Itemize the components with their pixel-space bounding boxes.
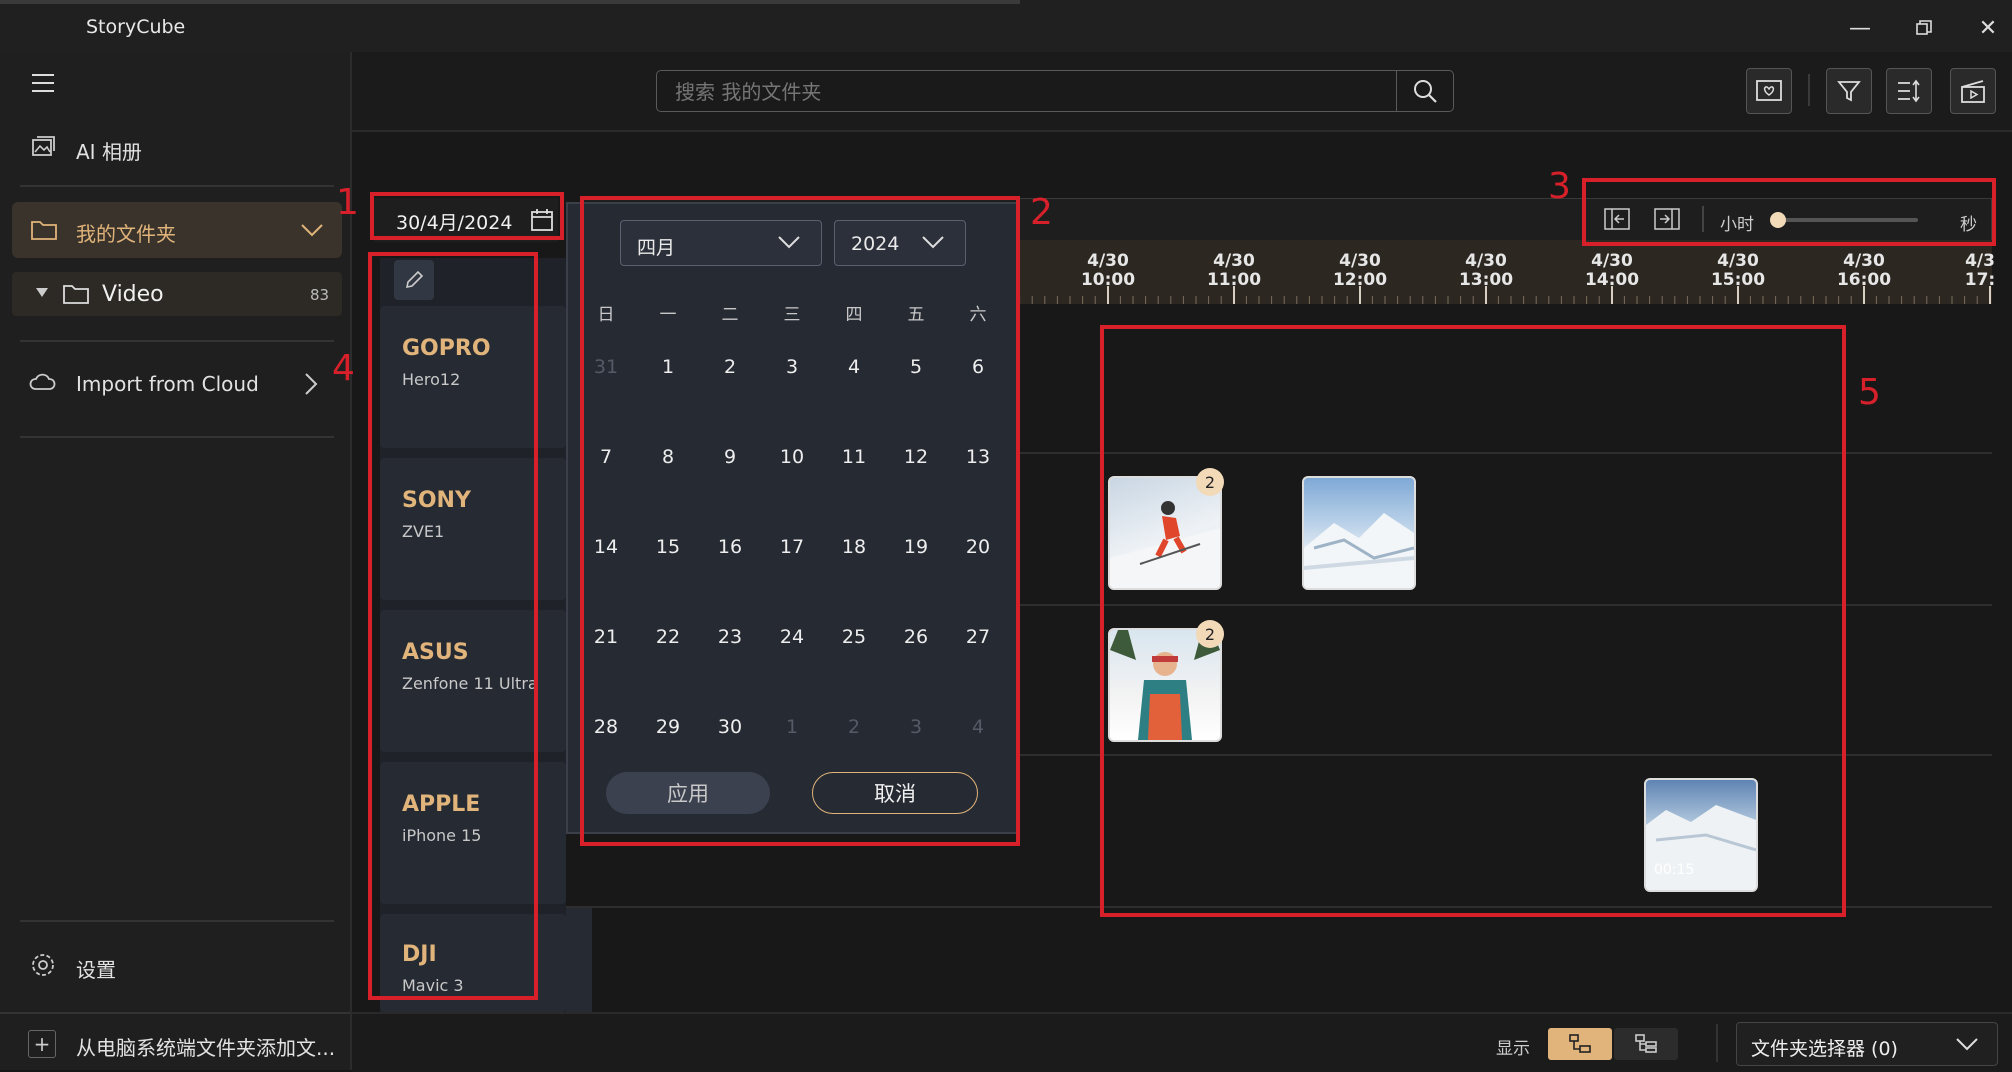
sort-button[interactable] <box>1886 68 1932 114</box>
folder-icon <box>31 221 57 240</box>
search-input[interactable] <box>657 71 1397 113</box>
tick-time: 16:00 <box>1836 270 1892 290</box>
bottom-bar: 显示 文件夹选择器 (0) <box>352 1012 2012 1072</box>
time-tick-label: 4/3 17: <box>1950 252 2010 290</box>
restore-icon <box>1916 20 1932 35</box>
tick-time: 15:00 <box>1710 270 1766 290</box>
display-label: 显示 <box>1496 1039 1530 1059</box>
chevron-down-icon <box>301 224 323 237</box>
folder-count: 83 <box>310 286 330 304</box>
annotation-label: 1 <box>336 182 359 223</box>
tick-date: 4/30 <box>1339 251 1381 271</box>
folder-selector-label: 文件夹选择器 (0) <box>1751 1038 1898 1060</box>
sidebar-divider <box>20 185 334 187</box>
sort-icon <box>1898 79 1920 103</box>
title-bar: StoryCube — ✕ <box>0 0 2012 52</box>
app-title: StoryCube <box>86 16 186 38</box>
sidebar-item-settings[interactable]: 设置 <box>0 940 350 990</box>
folder-icon <box>63 285 89 304</box>
annotation-label: 4 <box>332 348 355 389</box>
time-tick-label: 4/30 13:00 <box>1446 252 1526 290</box>
tree-view-icon <box>1569 1034 1591 1053</box>
close-button[interactable]: ✕ <box>1960 10 2012 46</box>
tick-date: 4/3 <box>1965 252 1995 271</box>
sidebar-divider <box>20 436 334 438</box>
tick-date: 4/30 <box>1591 251 1633 271</box>
filter-button[interactable] <box>1826 68 1872 114</box>
video-maker-button[interactable] <box>1950 68 1996 114</box>
photo-heart-icon <box>1756 80 1782 101</box>
sidebar-item-label: 我的文件夹 <box>76 222 176 246</box>
clapperboard-icon <box>1961 80 1985 103</box>
sidebar-item-my-folders[interactable]: 我的文件夹 <box>12 202 342 258</box>
list-tree-icon <box>1635 1034 1657 1053</box>
plus-icon: + <box>28 1030 56 1058</box>
sidebar-divider <box>20 920 334 922</box>
sidebar-divider <box>20 340 334 342</box>
tick-time: 14:00 <box>1584 270 1640 290</box>
bottom-divider <box>1716 1024 1718 1062</box>
annotation-label: 5 <box>1858 372 1881 413</box>
annotation-box <box>580 196 1020 846</box>
time-tick-label: 4/30 16:00 <box>1824 252 1904 290</box>
view-toggle-list[interactable] <box>1614 1028 1678 1060</box>
gear-icon <box>32 954 54 976</box>
tick-date: 4/30 <box>1717 251 1759 271</box>
chevron-down-icon <box>1956 1038 1978 1051</box>
title-bar-edge <box>0 0 1020 4</box>
annotation-box <box>1582 178 1996 246</box>
tick-time: 12:00 <box>1332 270 1388 290</box>
story-button[interactable] <box>1746 68 1792 114</box>
add-folder-label: 从电脑系统端文件夹添加文... <box>76 1036 336 1060</box>
time-tick-label: 4/30 11:00 <box>1194 252 1274 290</box>
add-folder-button[interactable]: + 从电脑系统端文件夹添加文... <box>0 1024 350 1064</box>
tick-date: 4/30 <box>1087 251 1129 271</box>
folder-name: Video <box>102 282 164 307</box>
sidebar-item-label: Import from Cloud <box>76 372 259 396</box>
sidebar-item-label: 设置 <box>76 958 116 982</box>
search-box <box>656 70 1454 113</box>
annotation-box <box>370 192 564 240</box>
tick-time: 17: <box>1964 270 1996 290</box>
sidebar-divider <box>0 1012 350 1014</box>
time-tick-label: 4/30 10:00 <box>1068 252 1148 290</box>
time-tick-label: 4/30 14:00 <box>1572 252 1652 290</box>
tick-time: 10:00 <box>1080 270 1136 290</box>
search-button[interactable] <box>1396 70 1453 112</box>
toolbar-divider <box>1808 74 1810 106</box>
album-icon <box>32 136 55 156</box>
folder-selector-dropdown[interactable]: 文件夹选择器 (0) <box>1736 1022 1998 1066</box>
tick-time: 13:00 <box>1458 270 1514 290</box>
time-tick-label: 4/30 15:00 <box>1698 252 1778 290</box>
menu-icon[interactable] <box>30 72 56 98</box>
sidebar: AI 相册 我的文件夹 Video 83 Import from Cloud 设… <box>0 52 352 1070</box>
time-tick-label: 4/30 12:00 <box>1320 252 1400 290</box>
view-toggle-tree[interactable] <box>1548 1028 1612 1060</box>
chevron-right-icon <box>305 373 318 395</box>
annotation-box <box>1100 325 1846 917</box>
sidebar-item-import-cloud[interactable]: Import from Cloud <box>0 358 350 408</box>
search-icon <box>1414 80 1437 103</box>
sidebar-item-label: AI 相册 <box>76 140 142 164</box>
sidebar-item-ai-album[interactable]: AI 相册 <box>0 122 350 172</box>
annotation-box <box>368 252 538 1000</box>
annotation-label: 3 <box>1548 166 1571 207</box>
cloud-icon <box>29 373 56 390</box>
row-gutter <box>566 908 592 1012</box>
minimize-button[interactable]: — <box>1832 10 1888 46</box>
annotation-label: 2 <box>1030 192 1053 233</box>
tick-date: 4/30 <box>1465 251 1507 271</box>
caret-down-icon[interactable] <box>36 288 48 298</box>
sidebar-item-video[interactable]: Video 83 <box>12 272 342 316</box>
filter-icon <box>1837 81 1861 102</box>
tick-date: 4/30 <box>1843 251 1885 271</box>
tick-date: 4/30 <box>1213 251 1255 271</box>
tick-time: 11:00 <box>1206 270 1262 290</box>
restore-button[interactable] <box>1896 10 1952 46</box>
